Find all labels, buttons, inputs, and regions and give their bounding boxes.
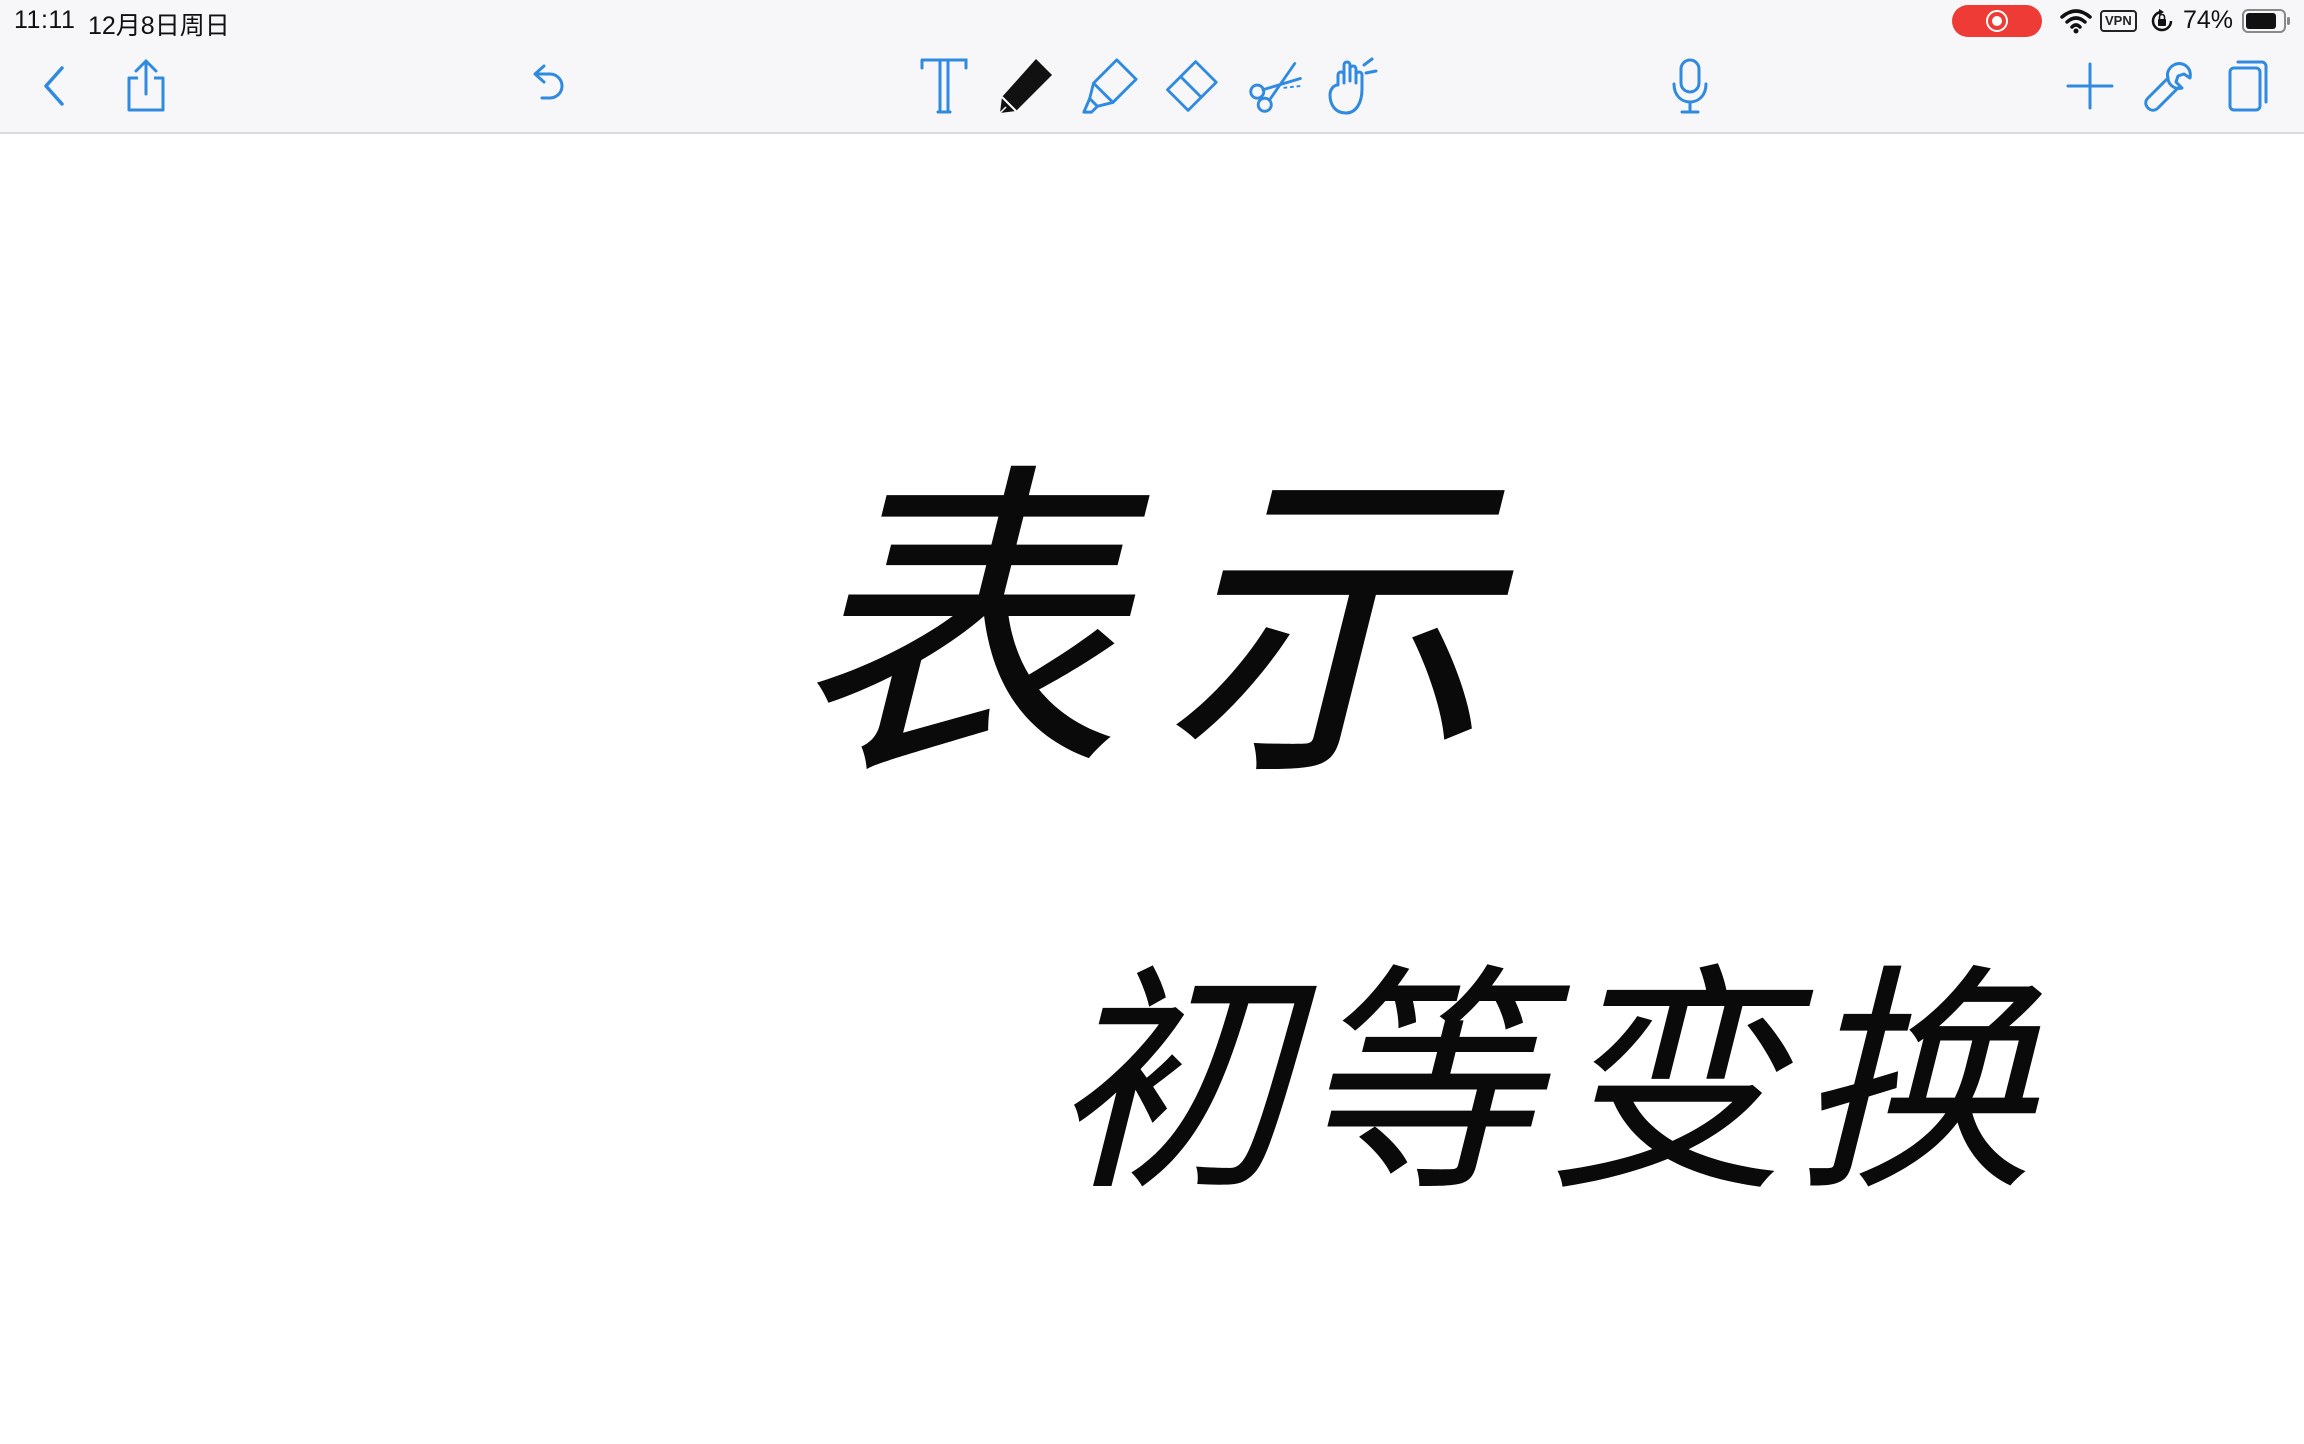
scissors-icon	[1249, 62, 1302, 113]
undo-icon	[533, 64, 564, 100]
back-button[interactable]	[24, 56, 84, 116]
hand-tool-button[interactable]	[1322, 56, 1382, 116]
handwritten-text-line-2: 初等变换	[1050, 944, 2043, 1224]
status-date: 12月8日周日	[88, 12, 230, 40]
eraser-icon	[1166, 60, 1218, 112]
share-button[interactable]	[116, 56, 176, 116]
microphone-icon	[1672, 58, 1708, 114]
microphone-button[interactable]	[1660, 56, 1720, 116]
lasso-tool-button[interactable]	[1246, 56, 1306, 116]
pen-tool-icon	[999, 59, 1052, 114]
vpn-badge: VPN	[2100, 10, 2137, 32]
status-bar: 11:11 12月8日周日 VPN 74%	[0, 0, 2304, 42]
share-icon	[127, 59, 165, 112]
hand-icon	[1328, 57, 1378, 115]
note-canvas[interactable]: 表示 初等变换	[0, 134, 2304, 1444]
text-tool-icon	[920, 58, 968, 114]
toolbar	[0, 42, 2304, 134]
status-time: 11:11	[14, 6, 76, 34]
eraser-tool-button[interactable]	[1160, 56, 1220, 116]
back-icon	[44, 66, 64, 106]
screen-recording-indicator[interactable]	[1952, 5, 2042, 37]
undo-button[interactable]	[516, 56, 576, 116]
notes-app: 11:11 12月8日周日 VPN 74% 表示 初等变换	[0, 0, 2304, 1444]
wrench-icon	[2144, 62, 2192, 112]
settings-button[interactable]	[2138, 56, 2198, 116]
highlighter-icon	[1082, 58, 1138, 114]
add-button[interactable]	[2060, 56, 2120, 116]
pages-icon	[2228, 60, 2268, 112]
pen-tool-button[interactable]	[996, 56, 1056, 116]
battery-icon	[2242, 9, 2290, 33]
text-tool-button[interactable]	[914, 56, 974, 116]
add-icon	[2066, 62, 2114, 110]
handwritten-text-line-1: 表示	[790, 437, 1530, 821]
pages-button[interactable]	[2218, 56, 2278, 116]
highlighter-tool-button[interactable]	[1080, 56, 1140, 116]
battery-percentage: 74%	[2183, 6, 2234, 34]
record-icon	[1986, 10, 2008, 32]
wifi-icon	[2060, 9, 2092, 34]
rotation-lock-icon	[2151, 9, 2173, 32]
